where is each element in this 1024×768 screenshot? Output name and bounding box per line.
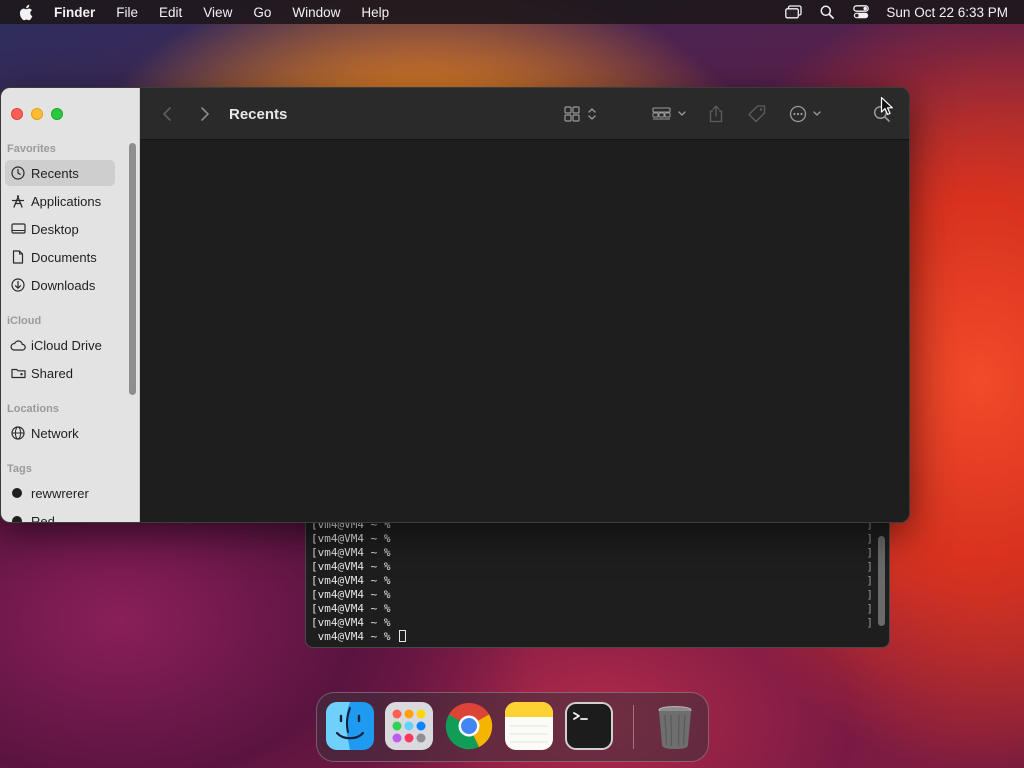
tag-color-dot xyxy=(12,488,22,498)
sidebar-item-label: Downloads xyxy=(31,277,96,293)
finder-window[interactable]: Favorites Recents Applications Desktop D… xyxy=(0,87,910,523)
mouse-pointer-icon xyxy=(880,96,894,121)
apple-menu-icon[interactable] xyxy=(18,4,38,21)
terminal-scrollbar[interactable] xyxy=(878,536,885,626)
sidebar-tag-rewwrerer[interactable]: rewwrerer xyxy=(5,480,115,506)
terminal-bracket: ] xyxy=(866,602,873,615)
sidebar-item-label: Documents xyxy=(31,249,97,265)
tag-icon[interactable] xyxy=(747,88,767,140)
window-controls xyxy=(11,108,63,120)
sidebar-section-favorites: Favorites xyxy=(7,143,56,155)
terminal-line: [vm4@VM4 ~ % xyxy=(311,560,391,573)
sidebar-item-label: Recents xyxy=(31,165,79,181)
terminal-icon[interactable] xyxy=(565,702,613,750)
back-chevron-icon[interactable] xyxy=(162,88,172,140)
sidebar-scrollbar[interactable] xyxy=(129,143,136,395)
menu-view[interactable]: View xyxy=(203,5,232,20)
clock-icon xyxy=(10,165,26,181)
terminal-bracket: ] xyxy=(866,532,873,545)
menu-app-name[interactable]: Finder xyxy=(54,5,95,20)
dock xyxy=(316,692,709,762)
terminal-prompt[interactable]: vm4@VM4 ~ % xyxy=(311,630,407,644)
finder-toolbar: Recents xyxy=(140,88,909,140)
terminal-line: [vm4@VM4 ~ % xyxy=(311,602,391,615)
sidebar-item-label: Desktop xyxy=(31,221,79,237)
sidebar-item-documents[interactable]: Documents xyxy=(5,244,115,270)
sidebar-item-desktop[interactable]: Desktop xyxy=(5,216,115,242)
menu-file[interactable]: File xyxy=(116,5,138,20)
sidebar-tag-red[interactable]: Red xyxy=(5,508,115,523)
menu-help[interactable]: Help xyxy=(361,5,389,20)
dock-separator xyxy=(633,705,634,749)
sidebar-section-locations: Locations xyxy=(7,403,59,415)
sidebar-item-recents[interactable]: Recents xyxy=(5,160,115,186)
terminal-cursor xyxy=(399,630,407,642)
zoom-button[interactable] xyxy=(51,108,63,120)
terminal-current-prompt: vm4@VM4 ~ % xyxy=(311,630,398,643)
forward-chevron-icon[interactable] xyxy=(200,88,210,140)
control-center-icon[interactable] xyxy=(852,4,870,20)
finder-content-area[interactable] xyxy=(140,140,909,522)
menu-bar-clock[interactable]: Sun Oct 22 6:33 PM xyxy=(886,5,1008,20)
sidebar-item-label: Applications xyxy=(31,193,102,209)
close-button[interactable] xyxy=(11,108,23,120)
menu-edit[interactable]: Edit xyxy=(159,5,182,20)
sidebar-item-label: Network xyxy=(31,425,79,441)
terminal-bracket: ] xyxy=(866,574,873,587)
notes-icon[interactable] xyxy=(505,702,553,750)
terminal-line: [vm4@VM4 ~ % xyxy=(311,574,391,587)
applications-icon xyxy=(10,193,26,209)
menu-bar: Finder File Edit View Go Window Help Sun… xyxy=(0,0,1024,24)
tag-color-dot xyxy=(12,516,22,522)
terminal-line: [vm4@VM4 ~ % xyxy=(311,616,391,629)
sidebar-item-label: Shared xyxy=(31,365,73,381)
download-icon xyxy=(10,277,26,293)
sidebar-item-downloads[interactable]: Downloads xyxy=(5,272,115,298)
sidebar-section-tags: Tags xyxy=(7,463,32,475)
sidebar-item-label: Red xyxy=(31,513,55,523)
view-grid-icon[interactable] xyxy=(564,88,600,140)
terminal-bracket: ] xyxy=(866,588,873,601)
minimize-button[interactable] xyxy=(31,108,43,120)
sidebar-section-icloud: iCloud xyxy=(7,315,42,327)
sidebar-item-label: iCloud Drive xyxy=(31,337,102,353)
launchpad-icon[interactable] xyxy=(385,702,433,750)
sidebar-item-applications[interactable]: Applications xyxy=(5,188,115,214)
finder-icon[interactable] xyxy=(326,702,374,750)
more-actions-icon[interactable] xyxy=(789,88,825,140)
menu-go[interactable]: Go xyxy=(253,5,271,20)
terminal-bracket-column: ] ] ] ] ] ] ] ] xyxy=(866,518,873,630)
terminal-window[interactable]: [vm4@VM4 ~ % [vm4@VM4 ~ % [vm4@VM4 ~ % [… xyxy=(305,505,890,648)
screen-mirroring-icon[interactable] xyxy=(784,4,802,20)
spotlight-search-icon[interactable] xyxy=(818,4,836,20)
terminal-bracket: ] xyxy=(866,616,873,629)
sidebar-item-shared[interactable]: Shared xyxy=(5,360,115,386)
sidebar-item-label: rewwrerer xyxy=(31,485,89,501)
sidebar-item-network[interactable]: Network xyxy=(5,420,115,446)
terminal-output: [vm4@VM4 ~ % [vm4@VM4 ~ % [vm4@VM4 ~ % [… xyxy=(311,518,407,644)
share-icon[interactable] xyxy=(708,88,724,140)
terminal-line: [vm4@VM4 ~ % xyxy=(311,546,391,559)
window-title: Recents xyxy=(229,105,288,123)
finder-sidebar: Favorites Recents Applications Desktop D… xyxy=(1,88,140,523)
globe-icon xyxy=(10,425,26,441)
group-icon[interactable] xyxy=(652,88,690,140)
chrome-icon[interactable] xyxy=(445,702,493,750)
desktop-icon xyxy=(10,221,26,237)
document-icon xyxy=(10,249,26,265)
trash-icon[interactable] xyxy=(651,702,699,750)
terminal-line: [vm4@VM4 ~ % xyxy=(311,532,391,545)
sidebar-item-icloud-drive[interactable]: iCloud Drive xyxy=(5,332,115,358)
terminal-bracket: ] xyxy=(866,560,873,573)
cloud-icon xyxy=(10,337,26,353)
terminal-bracket: ] xyxy=(866,546,873,559)
menu-window[interactable]: Window xyxy=(292,5,340,20)
shared-folder-icon xyxy=(10,365,26,381)
terminal-line: [vm4@VM4 ~ % xyxy=(311,588,391,601)
